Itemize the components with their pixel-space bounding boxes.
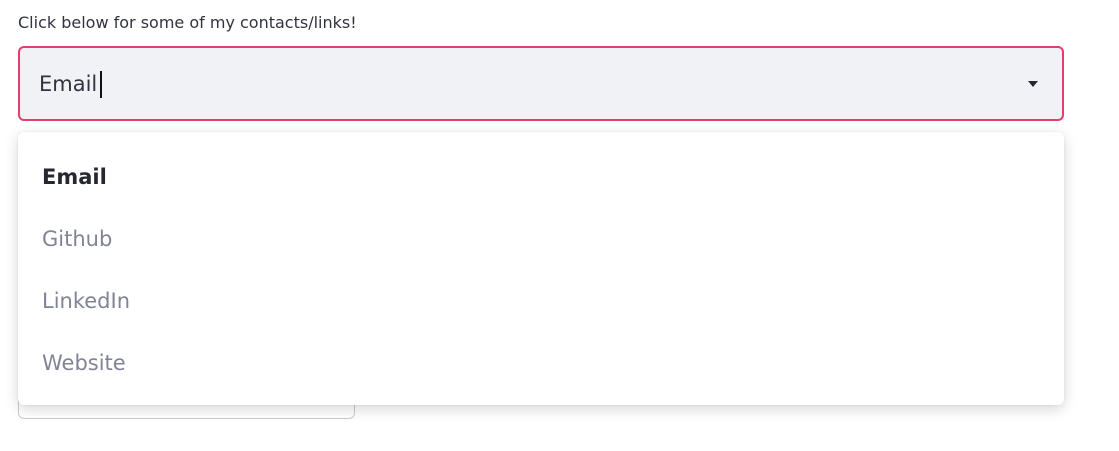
- option-email[interactable]: Email: [18, 146, 1064, 208]
- option-label: Github: [42, 227, 113, 251]
- option-label: Email: [42, 165, 107, 189]
- text-cursor: [100, 70, 103, 98]
- option-linkedin[interactable]: LinkedIn: [18, 270, 1064, 332]
- option-label: LinkedIn: [42, 289, 131, 313]
- page: Click below for some of my contacts/link…: [0, 0, 1119, 451]
- option-website[interactable]: Website: [18, 332, 1064, 394]
- select-current-value[interactable]: Email: [39, 69, 103, 99]
- select-value-text: Email: [39, 72, 98, 96]
- option-github[interactable]: Github: [18, 208, 1064, 270]
- select-dropdown-menu: Email Github LinkedIn Website: [18, 132, 1064, 405]
- select-caption: Click below for some of my contacts/link…: [18, 13, 357, 32]
- option-label: Website: [42, 351, 126, 375]
- chevron-down-icon[interactable]: [1028, 81, 1038, 87]
- contacts-select[interactable]: Email: [18, 46, 1064, 121]
